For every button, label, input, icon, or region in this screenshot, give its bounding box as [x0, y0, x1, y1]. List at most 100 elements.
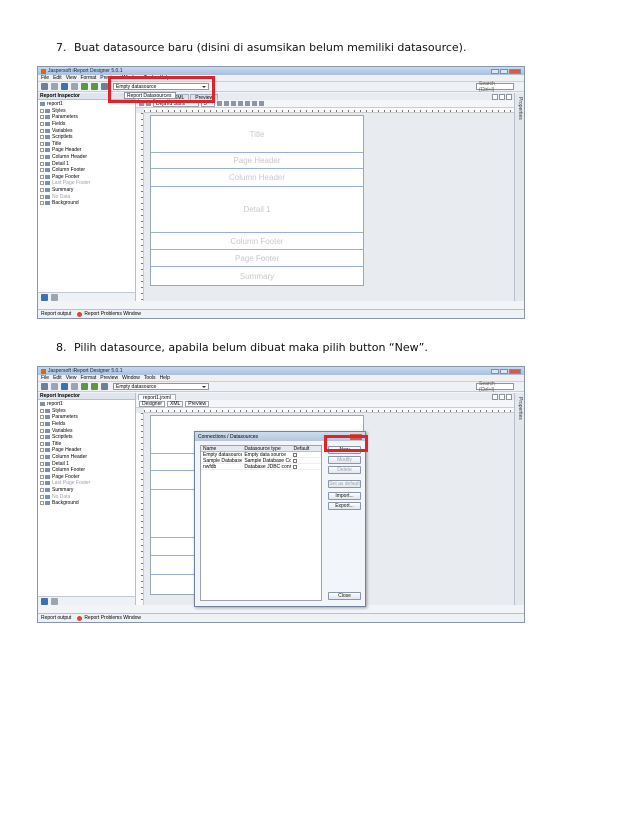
cut-icon[interactable]	[51, 383, 58, 390]
table-row[interactable]: nwfdb Database JDBC conn...	[201, 464, 321, 470]
tab-xml[interactable]: XML	[167, 400, 184, 407]
tree-node[interactable]: Page Footer	[38, 174, 135, 181]
expand-icon[interactable]	[40, 148, 44, 153]
tree-node[interactable]: No Data	[38, 493, 135, 500]
tree-node[interactable]: Column Header	[38, 454, 135, 461]
search-input[interactable]: Search (Ctrl+I)	[476, 81, 514, 93]
report-output-tab[interactable]: Report output	[41, 311, 71, 317]
tree-node[interactable]: Detail 1	[38, 160, 135, 167]
tab-preview[interactable]: Preview	[185, 400, 210, 407]
modify-button[interactable]: Modify	[328, 456, 361, 464]
menu-file[interactable]: File	[41, 75, 49, 81]
tree-node[interactable]: Fields	[38, 121, 135, 128]
new-file-icon[interactable]	[41, 83, 48, 90]
expand-icon[interactable]	[40, 408, 44, 413]
tree-node[interactable]: Styles	[38, 408, 135, 415]
expand-icon[interactable]	[40, 461, 44, 466]
band-column-footer[interactable]: Column Footer	[151, 233, 363, 250]
expand-icon[interactable]	[40, 455, 44, 460]
left-arrow-icon[interactable]	[492, 394, 498, 400]
restore-icon[interactable]	[506, 94, 512, 100]
tab-report-file[interactable]: report1.jrxml	[138, 394, 176, 401]
default-checkbox[interactable]	[293, 464, 298, 469]
tree-node[interactable]: Title	[38, 441, 135, 448]
menu-preview[interactable]: Preview	[100, 375, 118, 381]
band-title[interactable]: Title	[151, 116, 363, 153]
align-left-icon[interactable]	[238, 101, 243, 106]
new-file-icon[interactable]	[41, 383, 48, 390]
report-problems-tab[interactable]: Report Problems Window	[84, 311, 141, 317]
expand-icon[interactable]	[40, 135, 44, 140]
datasource-select[interactable]: Empty datasource	[113, 383, 209, 390]
band-column-header[interactable]: Column Header	[151, 169, 363, 187]
inspector-tab-icon[interactable]	[41, 293, 48, 301]
close-button[interactable]: Close	[328, 592, 361, 600]
close-window-button[interactable]	[509, 68, 521, 74]
expand-icon[interactable]	[40, 468, 44, 473]
bold-icon[interactable]	[217, 101, 222, 106]
tree-node[interactable]: Page Header	[38, 147, 135, 154]
cut-icon[interactable]	[51, 83, 58, 90]
redo-icon[interactable]	[91, 383, 98, 390]
expand-icon[interactable]	[40, 494, 44, 499]
import-button[interactable]: Import...	[328, 492, 361, 500]
undo-icon[interactable]	[81, 383, 88, 390]
band-page-footer[interactable]: Page Footer	[151, 250, 363, 267]
maximize-button[interactable]	[500, 368, 508, 374]
navigator-tab-icon[interactable]	[51, 597, 58, 605]
expand-icon[interactable]	[40, 435, 44, 440]
expand-icon[interactable]	[40, 108, 44, 113]
copy-icon[interactable]	[71, 83, 78, 90]
right-arrow-icon[interactable]	[499, 394, 505, 400]
underline-icon[interactable]	[231, 101, 236, 106]
minimize-button[interactable]	[491, 68, 499, 74]
expand-icon[interactable]	[40, 188, 44, 193]
expand-icon[interactable]	[40, 481, 44, 486]
italic-icon[interactable]	[224, 101, 229, 106]
expand-icon[interactable]	[40, 201, 44, 206]
close-window-button[interactable]	[509, 368, 521, 374]
search-input[interactable]: Search (Ctrl+I)	[476, 381, 514, 393]
expand-icon[interactable]	[40, 415, 44, 420]
menu-format[interactable]: Format	[80, 375, 96, 381]
menu-view[interactable]: View	[66, 75, 77, 81]
tree-node[interactable]: Last Page Footer	[38, 180, 135, 187]
export-button[interactable]: Export...	[328, 502, 361, 510]
menu-window[interactable]: Window	[122, 375, 140, 381]
tree-node[interactable]: Summary	[38, 487, 135, 494]
tree-node[interactable]: Fields	[38, 421, 135, 428]
menu-tools[interactable]: Tools	[144, 375, 156, 381]
expand-icon[interactable]	[40, 441, 44, 446]
align-right-icon[interactable]	[252, 101, 257, 106]
save-icon[interactable]	[61, 83, 68, 90]
datasource-icon[interactable]	[101, 383, 108, 390]
menu-edit[interactable]: Edit	[53, 75, 62, 81]
properties-strip[interactable]: Properties	[514, 393, 524, 605]
left-arrow-icon[interactable]	[492, 94, 498, 100]
undo-icon[interactable]	[81, 83, 88, 90]
menu-edit[interactable]: Edit	[53, 375, 62, 381]
tree-node[interactable]: Parameters	[38, 414, 135, 421]
band-detail[interactable]: Detail 1	[151, 187, 363, 233]
justify-icon[interactable]	[259, 101, 264, 106]
redo-icon[interactable]	[91, 83, 98, 90]
default-checkbox[interactable]	[293, 458, 298, 463]
minimize-button[interactable]	[491, 368, 499, 374]
expand-icon[interactable]	[40, 141, 44, 146]
tree-node[interactable]: Detail 1	[38, 460, 135, 467]
expand-icon[interactable]	[40, 488, 44, 493]
copy-icon[interactable]	[71, 383, 78, 390]
band-summary[interactable]: Summary	[151, 267, 363, 285]
expand-icon[interactable]	[40, 115, 44, 120]
default-checkbox[interactable]	[293, 452, 298, 457]
tree-node[interactable]: No Data	[38, 193, 135, 200]
tab-designer[interactable]: Designer	[139, 400, 166, 407]
tree-node[interactable]: Styles	[38, 108, 135, 115]
menu-format[interactable]: Format	[80, 75, 96, 81]
expand-icon[interactable]	[40, 174, 44, 179]
inspector-tab-icon[interactable]	[41, 597, 48, 605]
tree-node[interactable]: Page Footer	[38, 474, 135, 481]
expand-icon[interactable]	[40, 161, 44, 166]
delete-button[interactable]: Delete	[328, 466, 361, 474]
expand-icon[interactable]	[40, 422, 44, 427]
